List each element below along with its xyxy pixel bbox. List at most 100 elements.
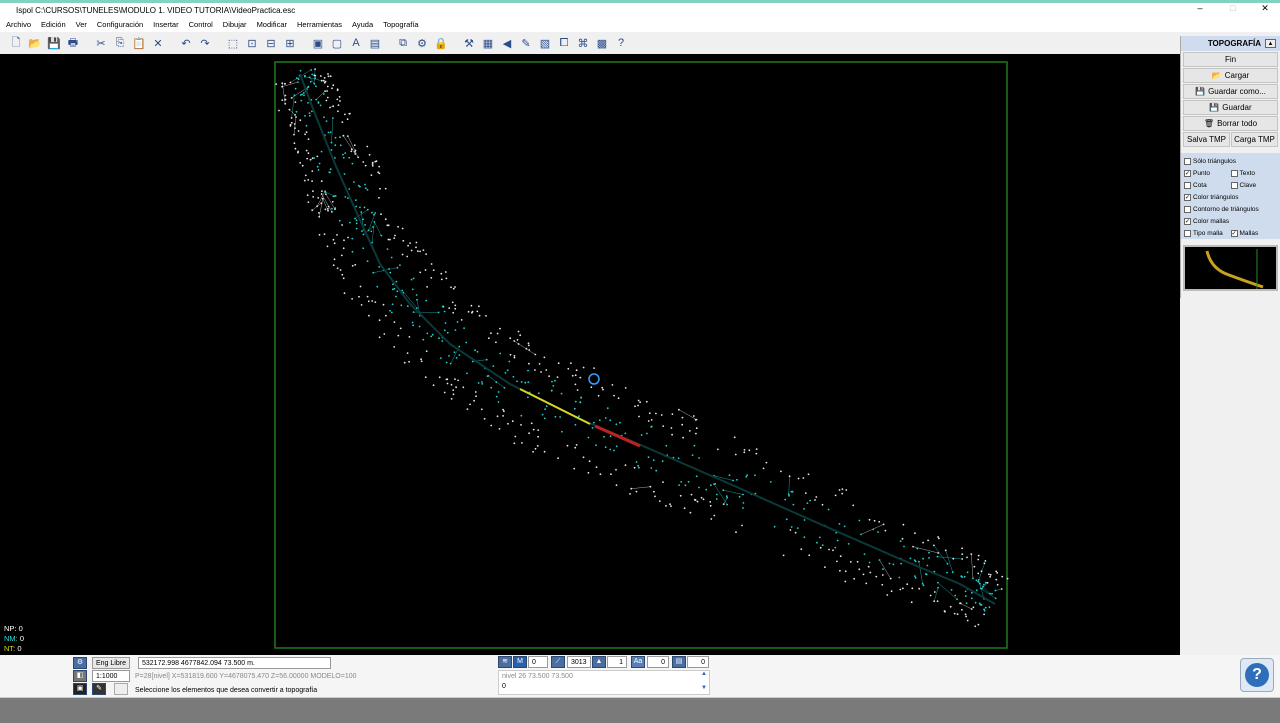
layer-icon[interactable]: ≋ bbox=[498, 656, 512, 668]
camera-icon[interactable]: ▣ bbox=[73, 683, 87, 695]
checkbox-box[interactable] bbox=[1231, 170, 1238, 177]
menu-configuracion[interactable]: Configuración bbox=[97, 20, 143, 29]
zoom-extents-icon[interactable]: ⊡ bbox=[244, 35, 260, 51]
snap-mode-field[interactable]: Eng Libre bbox=[92, 657, 130, 669]
help-cursor-icon[interactable]: ? bbox=[613, 35, 629, 51]
view-1-icon[interactable]: ▣ bbox=[310, 35, 326, 51]
guardar-como-button[interactable]: 💾Guardar como... bbox=[1183, 84, 1278, 99]
checkbox-box[interactable]: ✓ bbox=[1231, 230, 1238, 237]
checkbox-box[interactable]: ✓ bbox=[1184, 218, 1191, 225]
checkbox-box[interactable] bbox=[1184, 206, 1191, 213]
tree-icon[interactable]: ⌘ bbox=[575, 35, 591, 51]
menu-topografia[interactable]: Topografía bbox=[383, 20, 418, 29]
menu-modificar[interactable]: Modificar bbox=[257, 20, 287, 29]
mallas-checkbox[interactable]: ✓Mallas bbox=[1231, 227, 1278, 239]
solo-triangulos-checkbox[interactable]: Sólo triángulos bbox=[1184, 155, 1277, 167]
tipo-malla-checkbox[interactable]: Tipo malla bbox=[1184, 227, 1231, 239]
menu-edicion[interactable]: Edición bbox=[41, 20, 66, 29]
save-icon[interactable]: 💾 bbox=[46, 35, 62, 51]
triangle-icon[interactable]: ▲ bbox=[592, 656, 606, 668]
tools-icon[interactable]: ✎ bbox=[92, 683, 106, 695]
checkbox-box[interactable] bbox=[1184, 158, 1191, 165]
field-5[interactable]: 0 bbox=[687, 656, 709, 668]
print-icon[interactable]: 🖶 bbox=[65, 35, 81, 51]
field-2[interactable]: 3013 bbox=[567, 656, 591, 668]
lock-icon[interactable]: 🔒 bbox=[433, 35, 449, 51]
cota-checkbox[interactable]: Cota bbox=[1184, 179, 1231, 191]
fin-button[interactable]: Fin bbox=[1183, 52, 1278, 67]
copy-icon[interactable]: ⎘ bbox=[112, 35, 128, 51]
checkbox-box[interactable] bbox=[1184, 230, 1191, 237]
mesh-point bbox=[567, 445, 569, 447]
cut-icon[interactable]: ✂ bbox=[93, 35, 109, 51]
delete-icon[interactable]: ✕ bbox=[150, 35, 166, 51]
color-mallas-checkbox[interactable]: ✓Color mallas bbox=[1184, 215, 1277, 227]
checkbox-box[interactable]: ✓ bbox=[1184, 194, 1191, 201]
salva-tmp-button[interactable]: Salva TMP bbox=[1183, 132, 1230, 147]
scale-field[interactable]: 1:1000 bbox=[92, 670, 130, 682]
punto-checkbox[interactable]: ✓Punto bbox=[1184, 167, 1231, 179]
zoom-window-icon[interactable]: ⬚ bbox=[225, 35, 241, 51]
measure-icon[interactable]: ⚒ bbox=[461, 35, 477, 51]
minimize-button[interactable]: – bbox=[1185, 3, 1215, 13]
checkbox-box[interactable] bbox=[1231, 182, 1238, 189]
hatch-icon[interactable]: ▤ bbox=[672, 656, 686, 668]
scroll-up-icon[interactable]: ▲ bbox=[701, 671, 707, 677]
menu-ayuda[interactable]: Ayuda bbox=[352, 20, 373, 29]
undo-icon[interactable]: ↶ bbox=[178, 35, 194, 51]
field-3[interactable]: 1 bbox=[607, 656, 627, 668]
menu-dibujar[interactable]: Dibujar bbox=[223, 20, 247, 29]
pencil-icon[interactable]: ✎ bbox=[518, 35, 534, 51]
paste-icon[interactable]: 📋 bbox=[131, 35, 147, 51]
checkbox-box[interactable]: ✓ bbox=[1184, 170, 1191, 177]
contorno-triangulos-checkbox[interactable]: Contorno de triángulos bbox=[1184, 203, 1277, 215]
mesh-point bbox=[354, 264, 356, 266]
overview-minimap[interactable] bbox=[1183, 245, 1278, 291]
view-2-icon[interactable]: ▢ bbox=[329, 35, 345, 51]
blank-icon[interactable] bbox=[114, 683, 128, 695]
image-icon[interactable]: ▦ bbox=[480, 35, 496, 51]
view-4-icon[interactable]: ▤ bbox=[367, 35, 383, 51]
new-file-icon[interactable]: 🗋 bbox=[8, 35, 24, 51]
carga-tmp-button[interactable]: Carga TMP bbox=[1231, 132, 1278, 147]
maximize-button[interactable]: □ bbox=[1218, 3, 1248, 13]
help-button[interactable]: ? bbox=[1240, 658, 1274, 692]
zoom-all-icon[interactable]: ⊞ bbox=[282, 35, 298, 51]
guardar-button[interactable]: 💾Guardar bbox=[1183, 100, 1278, 115]
cargar-button[interactable]: 📂Cargar bbox=[1183, 68, 1278, 83]
copy-window-icon[interactable]: ⧠ bbox=[556, 35, 572, 51]
m-icon[interactable]: M bbox=[513, 656, 527, 668]
checkbox-box[interactable] bbox=[1184, 182, 1191, 189]
grid-icon[interactable]: ▩ bbox=[594, 35, 610, 51]
menu-control[interactable]: Control bbox=[189, 20, 213, 29]
text-size-icon[interactable]: Aa bbox=[631, 656, 645, 668]
view-text-icon[interactable]: A bbox=[348, 35, 364, 51]
mesh-point bbox=[407, 352, 409, 354]
menu-insertar[interactable]: Insertar bbox=[153, 20, 178, 29]
collapse-icon[interactable]: ▲ bbox=[1265, 39, 1276, 48]
redo-icon[interactable]: ↷ bbox=[197, 35, 213, 51]
layers-icon[interactable]: ⧉ bbox=[395, 35, 411, 51]
color-triangulos-checkbox[interactable]: ✓Color triángulos bbox=[1184, 191, 1277, 203]
clave-checkbox[interactable]: Clave bbox=[1231, 179, 1278, 191]
texto-checkbox[interactable]: Texto bbox=[1231, 167, 1278, 179]
command-history[interactable]: nivel 26 73.500 73.500 0 bbox=[498, 670, 710, 695]
menu-archivo[interactable]: Archivo bbox=[6, 20, 31, 29]
drawing-canvas[interactable] bbox=[0, 54, 1180, 655]
open-folder-icon[interactable]: 📂 bbox=[27, 35, 43, 51]
menu-ver[interactable]: Ver bbox=[76, 20, 87, 29]
close-button[interactable]: ✕ bbox=[1250, 3, 1280, 14]
snap-icon[interactable]: ⚙ bbox=[73, 657, 87, 669]
zoom-previous-icon[interactable]: ⊟ bbox=[263, 35, 279, 51]
properties-icon[interactable]: ⚙ bbox=[414, 35, 430, 51]
arrow-left-icon[interactable]: ◀ bbox=[499, 35, 515, 51]
scroll-down-icon[interactable]: ▼ bbox=[701, 685, 707, 691]
borrar-todo-button[interactable]: 🗑Borrar todo bbox=[1183, 116, 1278, 131]
block-icon[interactable]: ▧ bbox=[537, 35, 553, 51]
menu-herramientas[interactable]: Herramientas bbox=[297, 20, 342, 29]
line-icon[interactable]: ⟋ bbox=[551, 656, 565, 668]
drawing-svg[interactable] bbox=[0, 54, 1180, 655]
field-4[interactable]: 0 bbox=[647, 656, 669, 668]
field-1[interactable]: 0 bbox=[528, 656, 548, 668]
scale-icon[interactable]: ◧ bbox=[73, 670, 87, 682]
